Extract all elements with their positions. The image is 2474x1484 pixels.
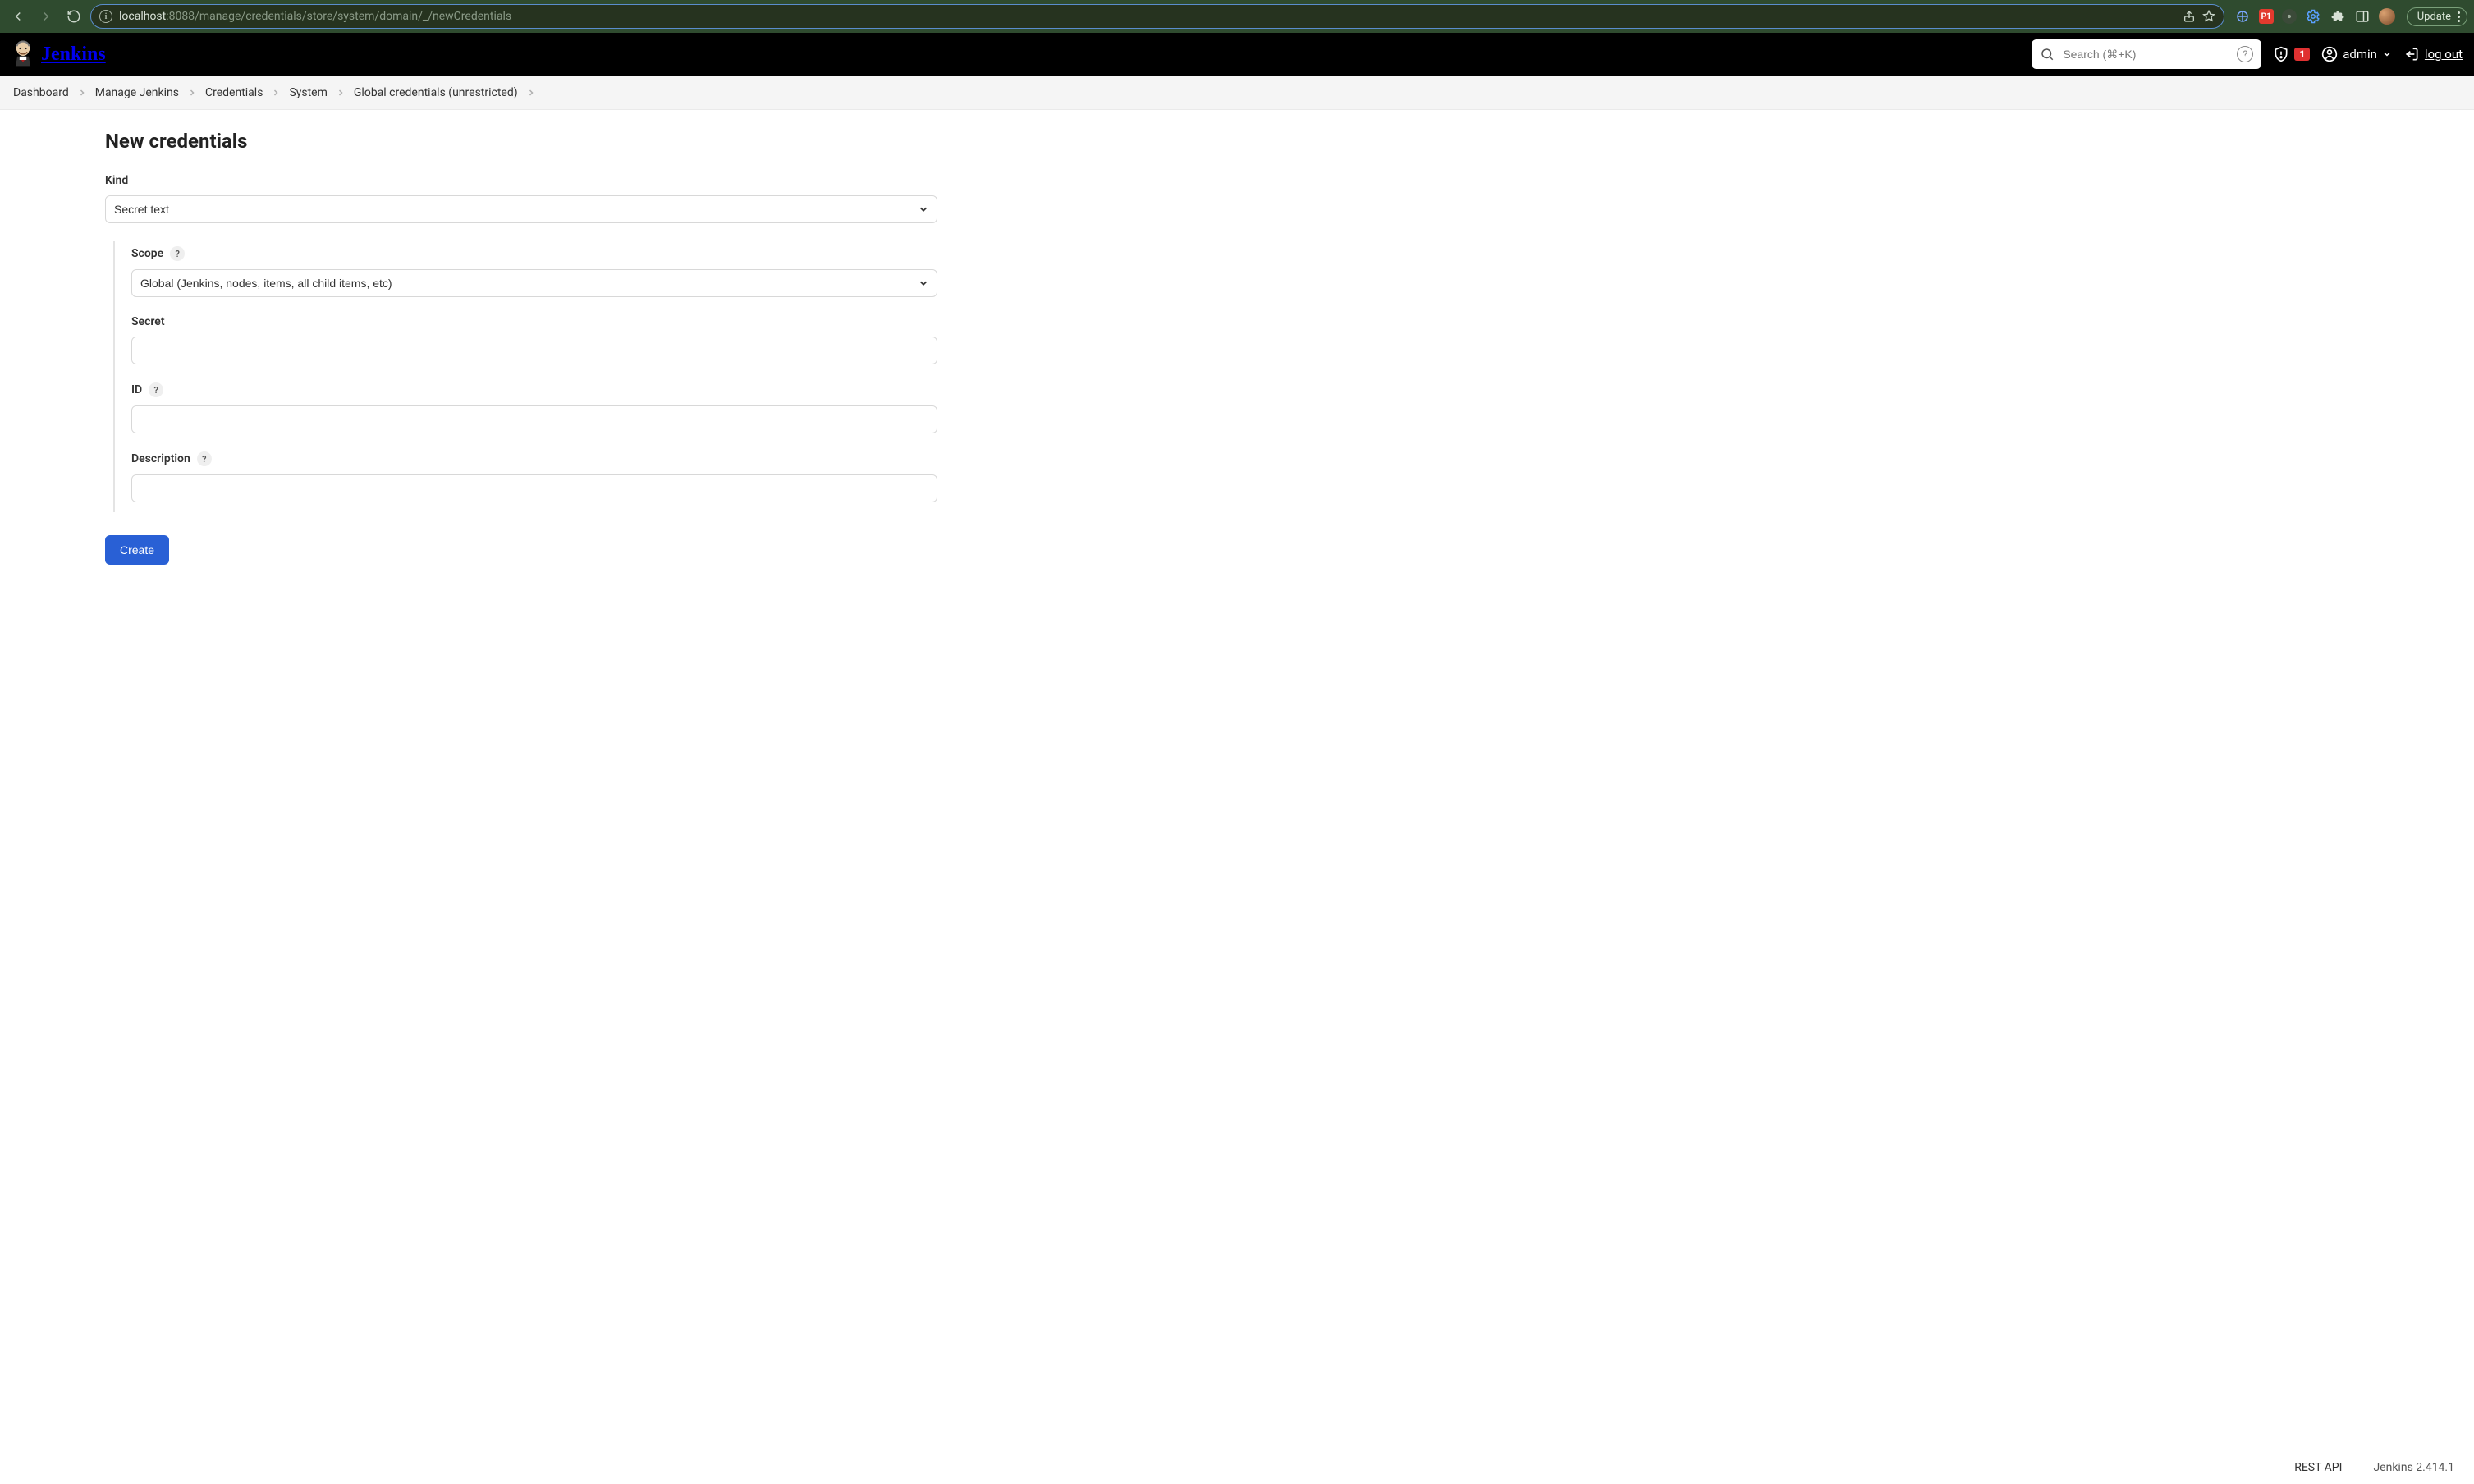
id-row: ID ? [131, 382, 937, 433]
logout-label: log out [2425, 47, 2463, 62]
extension-p1-icon[interactable]: P1 [2259, 9, 2274, 24]
browser-chrome: i localhost:8088/manage/credentials/stor… [0, 0, 2474, 33]
description-help-icon[interactable]: ? [197, 451, 212, 466]
id-help-icon[interactable]: ? [149, 382, 163, 397]
search-icon [2040, 47, 2055, 62]
update-label: Update [2417, 11, 2451, 23]
chevron-right-icon [523, 88, 539, 98]
kind-label: Kind [105, 174, 937, 187]
id-label: ID [131, 383, 142, 396]
logout-icon [2403, 46, 2420, 62]
logout-link[interactable]: log out [2403, 46, 2463, 62]
jenkins-version: Jenkins 2.414.1 [2373, 1461, 2454, 1474]
extension-icon[interactable] [2234, 8, 2251, 25]
secret-row: Secret [131, 315, 937, 364]
chevron-right-icon [268, 88, 284, 98]
credential-details-block: Scope ? Global (Jenkins, nodes, items, a… [113, 241, 937, 512]
description-row: Description ? [131, 451, 937, 502]
side-panel-icon[interactable] [2354, 8, 2371, 25]
breadcrumb-credentials[interactable]: Credentials [204, 83, 264, 103]
page-title: New credentials [105, 130, 937, 153]
chevron-right-icon [184, 88, 200, 98]
breadcrumbs: Dashboard Manage Jenkins Credentials Sys… [0, 76, 2474, 110]
id-input[interactable] [131, 405, 937, 433]
browser-reload-button[interactable] [62, 5, 85, 28]
chevron-right-icon [74, 88, 90, 98]
address-bar[interactable]: i localhost:8088/manage/credentials/stor… [90, 4, 2224, 29]
search-box[interactable]: ? [2032, 39, 2261, 69]
description-input[interactable] [131, 474, 937, 502]
kind-select[interactable]: Secret text [105, 195, 937, 223]
breadcrumb-manage-jenkins[interactable]: Manage Jenkins [94, 83, 181, 103]
scope-label: Scope [131, 247, 163, 260]
user-icon [2321, 46, 2338, 62]
secret-label: Secret [131, 315, 165, 328]
url-host: localhost [119, 10, 166, 23]
scope-row: Scope ? Global (Jenkins, nodes, items, a… [131, 246, 937, 297]
bookmark-star-icon[interactable] [2202, 10, 2215, 23]
chevron-right-icon [332, 88, 349, 98]
alerts-button[interactable]: 1 [2273, 46, 2310, 62]
scope-select[interactable]: Global (Jenkins, nodes, items, all child… [131, 269, 937, 297]
search-help-icon[interactable]: ? [2237, 46, 2253, 62]
browser-back-button[interactable] [7, 5, 30, 28]
create-button[interactable]: Create [105, 535, 169, 565]
extension-gear-icon[interactable] [2305, 8, 2321, 25]
browser-menu-icon[interactable] [2458, 11, 2460, 22]
jenkins-header: Jenkins ? 1 admin log out [0, 33, 2474, 76]
jenkins-logo-icon [11, 40, 34, 68]
kind-row: Kind Secret text [105, 174, 937, 223]
extensions-puzzle-icon[interactable] [2330, 8, 2346, 25]
jenkins-logo[interactable]: Jenkins [11, 40, 106, 68]
chevron-down-icon [2382, 49, 2392, 59]
user-label: admin [2343, 47, 2377, 62]
breadcrumb-dashboard[interactable]: Dashboard [11, 83, 71, 103]
brand-text: Jenkins [41, 44, 106, 66]
main-content: New credentials Kind Secret text Scope ? [0, 110, 2474, 1453]
site-info-icon[interactable]: i [99, 10, 112, 23]
description-label: Description [131, 452, 190, 465]
browser-update-button[interactable]: Update [2407, 7, 2467, 26]
url-text: localhost:8088/manage/credentials/store/… [119, 10, 2176, 23]
url-path: :8088/manage/credentials/store/system/do… [166, 10, 511, 23]
browser-extensions: P1 Update [2234, 7, 2467, 26]
shield-alert-icon [2273, 46, 2289, 62]
scope-help-icon[interactable]: ? [170, 246, 185, 261]
alert-count-badge: 1 [2294, 48, 2310, 61]
breadcrumb-global-credentials[interactable]: Global credentials (unrestricted) [352, 83, 520, 103]
rest-api-link[interactable]: REST API [2294, 1461, 2342, 1474]
page-footer: REST API Jenkins 2.414.1 [0, 1453, 2474, 1484]
breadcrumb-system[interactable]: System [287, 83, 328, 103]
share-icon[interactable] [2183, 10, 2196, 23]
secret-input[interactable] [131, 337, 937, 364]
profile-avatar[interactable] [2379, 8, 2395, 25]
extension-icon[interactable] [2282, 9, 2297, 24]
browser-forward-button[interactable] [34, 5, 57, 28]
search-input[interactable] [2063, 48, 2229, 61]
user-menu[interactable]: admin [2321, 46, 2392, 62]
